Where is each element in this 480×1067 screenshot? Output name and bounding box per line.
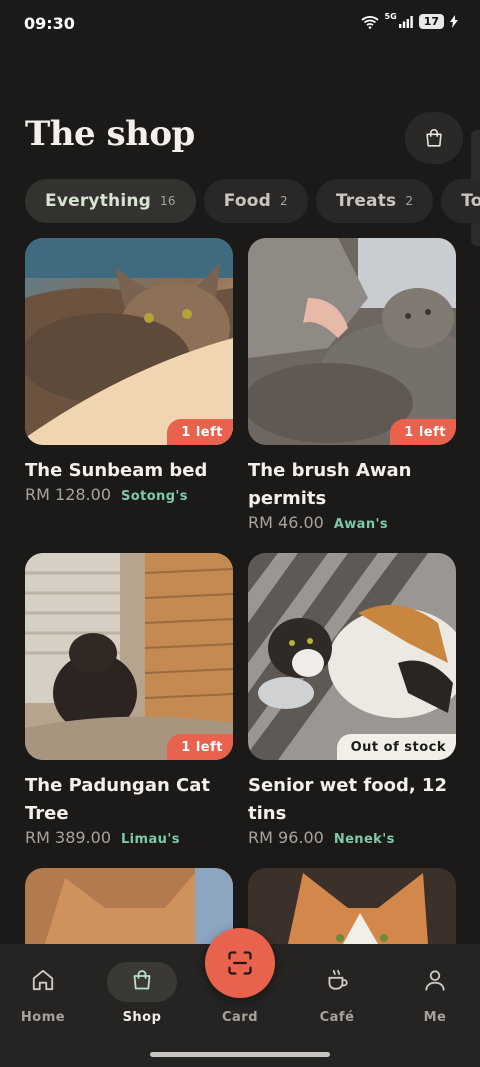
product-meta: RM 46.00 Awan's: [248, 513, 456, 532]
product-card[interactable]: Out of stock Senior wet food, 12 tins RM…: [248, 553, 456, 847]
chip-label: Treats: [335, 191, 397, 211]
chip-label: Toys: [461, 191, 480, 211]
nav-label: Me: [423, 1010, 447, 1025]
chip-count: 16: [160, 194, 176, 208]
wifi-icon: [360, 15, 379, 29]
home-indicator[interactable]: [150, 1052, 330, 1057]
chip-label: Food: [223, 191, 271, 211]
product-price: RM 96.00: [248, 828, 324, 847]
status-bar: 09:30 5G 17: [0, 0, 480, 48]
chip-count: 2: [405, 194, 414, 208]
product-seller: Limau's: [121, 832, 180, 847]
coffee-cup-icon: [328, 969, 348, 990]
charging-icon: [450, 15, 458, 28]
status-time: 09:30: [24, 14, 75, 33]
product-seller: Awan's: [333, 517, 389, 532]
scan-icon: [228, 951, 252, 975]
product-image: 1 left: [248, 238, 456, 445]
product-card[interactable]: 1 left The Padungan Cat Tree RM 389.00 L…: [25, 553, 233, 847]
cat-photo: [25, 553, 233, 760]
scan-card-button[interactable]: [205, 928, 275, 998]
cat-photo: [25, 868, 233, 944]
product-name: The brush Awan permits: [248, 460, 412, 509]
chip-label: Everything: [45, 191, 152, 211]
stock-badge: 1 left: [390, 419, 456, 445]
battery-level: 17: [418, 14, 444, 29]
cat-photo: [248, 868, 456, 944]
product-seller: Nenek's: [333, 832, 395, 847]
category-chips: Everything 16 Food 2 Treats 2 Toys: [25, 179, 480, 224]
page-title: The shop: [25, 114, 195, 154]
chip-treats[interactable]: Treats 2: [315, 179, 434, 223]
product-image: 1 left: [25, 238, 233, 445]
chip-toys[interactable]: Toys: [441, 179, 480, 223]
shopping-bag-icon: [426, 129, 442, 147]
product-image: Out of stock: [248, 553, 456, 760]
product-seller: Sotong's: [121, 489, 188, 504]
product-card[interactable]: [248, 868, 456, 944]
nav-label: Café: [319, 1010, 355, 1025]
stock-badge: 1 left: [167, 419, 233, 445]
status-icons: 5G 17: [360, 12, 458, 29]
stock-badge: Out of stock: [336, 734, 456, 760]
product-image: [248, 868, 456, 944]
product-card[interactable]: [25, 868, 233, 944]
product-price: RM 46.00: [248, 513, 324, 532]
product-price: RM 128.00: [25, 485, 111, 504]
nav-label: Home: [20, 1010, 66, 1025]
cart-button[interactable]: [405, 112, 463, 164]
chip-food[interactable]: Food 2: [203, 179, 308, 223]
product-card[interactable]: 1 left The Sunbeam bed RM 128.00 Sotong'…: [25, 238, 233, 504]
signal-icon: [398, 15, 413, 28]
cat-photo: [25, 238, 233, 445]
cat-photo: [248, 238, 456, 445]
product-meta: RM 128.00 Sotong's: [25, 485, 233, 504]
home-icon: [32, 969, 54, 991]
product-name: Senior wet food, 12 tins: [248, 775, 447, 824]
product-image: [25, 868, 233, 944]
nav-label: Shop: [122, 1010, 162, 1025]
stock-badge: 1 left: [167, 734, 233, 760]
product-meta: RM 389.00 Limau's: [25, 828, 233, 847]
product-image: 1 left: [25, 553, 233, 760]
nav-home[interactable]: Home: [8, 964, 78, 1025]
nav-cafe[interactable]: Café: [302, 964, 372, 1025]
shopping-bag-icon: [133, 970, 151, 990]
person-icon: [425, 970, 445, 991]
chip-everything[interactable]: Everything 16: [25, 179, 196, 223]
cat-photo: [248, 553, 456, 760]
chip-count: 2: [279, 194, 288, 208]
network-label: 5G: [384, 12, 397, 21]
nav-me[interactable]: Me: [400, 964, 470, 1025]
product-card[interactable]: 1 left The brush Awan permits RM 46.00 A…: [248, 238, 456, 532]
product-name: The Padungan Cat Tree: [25, 775, 211, 824]
product-name: The Sunbeam bed: [25, 460, 208, 481]
nav-label: Card: [221, 1010, 259, 1025]
nav-shop[interactable]: Shop: [107, 964, 177, 1025]
product-meta: RM 96.00 Nenek's: [248, 828, 456, 847]
product-price: RM 389.00: [25, 828, 111, 847]
